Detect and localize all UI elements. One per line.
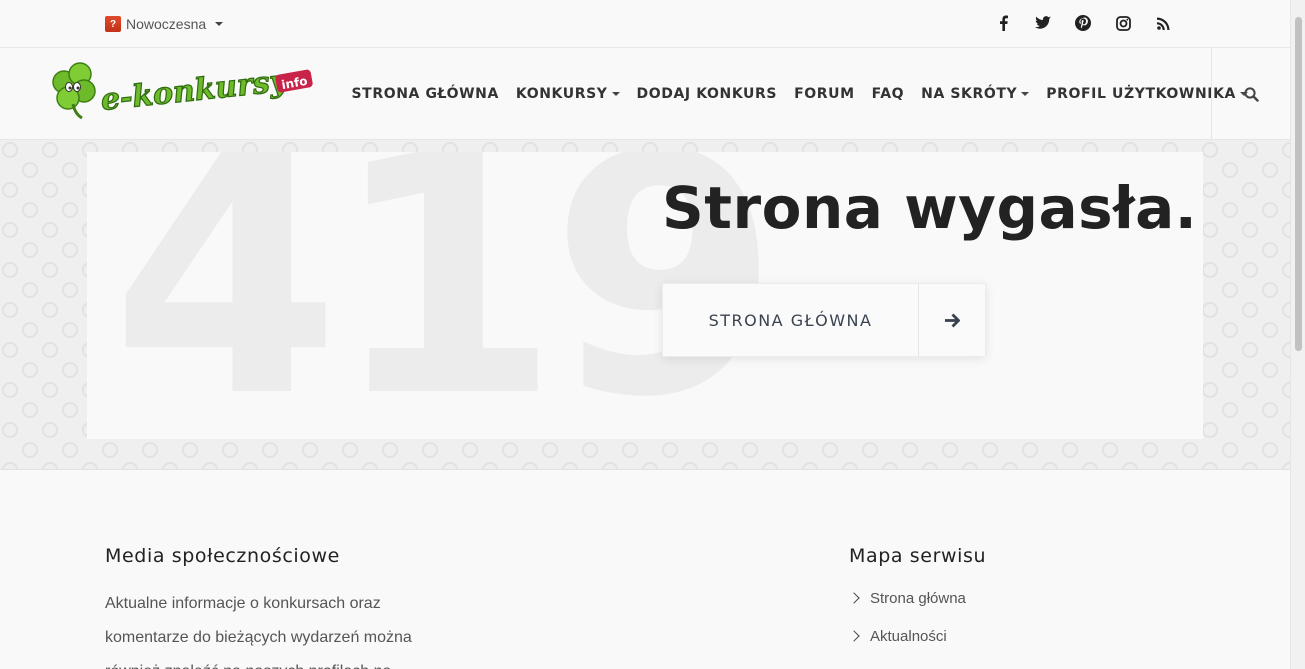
- sitemap-list: Strona główna Aktualności: [848, 588, 966, 664]
- pinterest-icon[interactable]: [1074, 13, 1092, 33]
- nav-item-contests[interactable]: KONKURSY: [507, 86, 628, 102]
- social-links: [994, 13, 1172, 33]
- language-label: Nowoczesna: [126, 16, 207, 32]
- social-heading: Media społecznościowe: [105, 545, 340, 567]
- chevron-down-icon: [1021, 92, 1030, 96]
- language-flag-icon: ?: [105, 16, 121, 32]
- home-button[interactable]: STRONA GŁÓWNA: [662, 283, 986, 357]
- rss-icon[interactable]: [1154, 13, 1172, 33]
- nav-item-shortcuts[interactable]: NA SKRÓTY: [913, 86, 1038, 102]
- scrollbar-thumb[interactable]: [1295, 17, 1302, 351]
- main-nav: STRONA GŁÓWNA KONKURSY DODAJ KONKURS FOR…: [343, 48, 1256, 140]
- chevron-down-icon: [215, 22, 224, 26]
- sitemap-heading: Mapa serwisu: [849, 545, 987, 567]
- search-icon: [1243, 86, 1259, 102]
- footer: Media społecznościowe Aktualne informacj…: [0, 470, 1290, 669]
- site-logo[interactable]: e-konkursy info: [48, 60, 314, 122]
- sitemap-item-news[interactable]: Aktualności: [848, 626, 966, 646]
- error-hero: 419 Strona wygasła. STRONA GŁÓWNA: [0, 140, 1290, 470]
- language-switcher[interactable]: ? Nowoczesna: [105, 14, 224, 34]
- error-title: Strona wygasła.: [662, 174, 1198, 242]
- top-bar: ? Nowoczesna: [0, 0, 1290, 48]
- nav-item-forum[interactable]: FORUM: [786, 86, 864, 102]
- nav-item-faq[interactable]: FAQ: [863, 86, 913, 102]
- main-header: e-konkursy info STRONA GŁÓWNA KONKURSY D…: [0, 48, 1290, 140]
- logo-text: e-konkursy: [99, 63, 291, 118]
- social-description: Aktualne informacje o konkursach oraz ko…: [105, 595, 412, 669]
- vertical-scrollbar[interactable]: [1290, 0, 1305, 669]
- search-button[interactable]: [1211, 48, 1290, 140]
- clover-icon: [52, 62, 96, 120]
- facebook-icon[interactable]: [994, 13, 1012, 33]
- instagram-icon[interactable]: [1114, 13, 1132, 33]
- nav-item-home[interactable]: STRONA GŁÓWNA: [343, 86, 507, 102]
- nav-item-add-contest[interactable]: DODAJ KONKURS: [628, 86, 786, 102]
- chevron-right-icon: [848, 630, 860, 642]
- chevron-down-icon: [611, 92, 620, 96]
- arrow-right-icon: [919, 284, 985, 356]
- chevron-right-icon: [848, 592, 860, 604]
- home-button-label: STRONA GŁÓWNA: [663, 284, 919, 356]
- twitter-icon[interactable]: [1034, 13, 1052, 33]
- error-panel: 419 Strona wygasła. STRONA GŁÓWNA: [87, 152, 1203, 439]
- sitemap-item-home[interactable]: Strona główna: [848, 588, 966, 608]
